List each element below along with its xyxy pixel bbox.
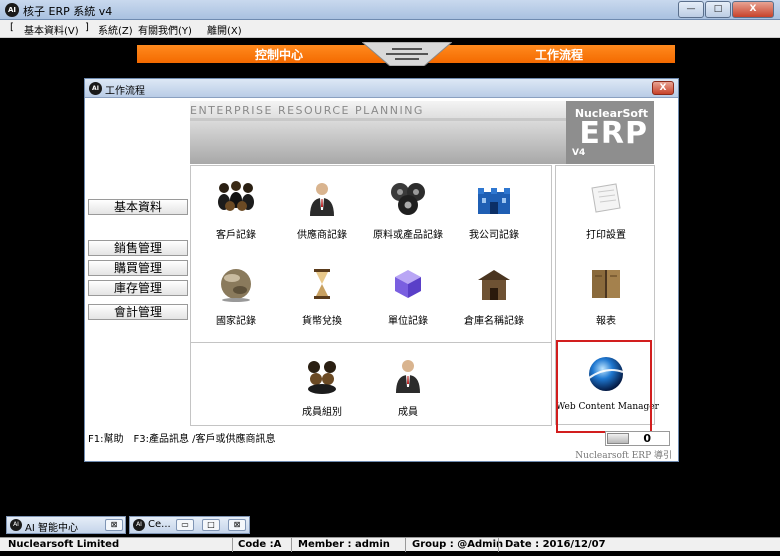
selection-highlight [556,340,652,433]
maximize-button[interactable]: □ [705,1,731,18]
cube-icon [388,264,428,304]
dialog-close-button[interactable]: X [652,81,674,95]
tile-report[interactable]: 報表 [561,264,651,327]
toggle-value: 0 [643,432,651,445]
tile-label: 國家記錄 [216,316,256,327]
menu-about-us[interactable]: 有關我們(Y) [138,22,192,37]
tile-supplier[interactable]: 供應商記錄 [277,178,367,241]
book-icon [586,264,626,304]
group-field: Group : @Admin [412,539,504,550]
tile-label: 倉庫名稱記錄 [464,316,524,327]
member-field: Member : admin [298,539,390,550]
nav-inventory[interactable]: 庫存管理 [88,280,188,296]
tab-control-center[interactable]: 控制中心 [255,46,303,63]
menu-bar: [ 基本資料(V) ] 系統(Z) 有關我們(Y) 離開(X) [0,20,780,38]
globe-icon [216,264,256,304]
tile-unit[interactable]: 單位記錄 [363,264,453,327]
tile-material[interactable]: 原料或產品記錄 [363,178,453,241]
hourglass-icon [302,264,342,304]
tile-label: 成員 [398,407,418,418]
workflow-dialog: AI 工作流程 X ENTERPRISE RESOURCE PLANNING N… [84,78,679,462]
menu-basic-data[interactable]: 基本資料(V) [24,22,79,37]
close-button[interactable]: X [732,1,774,18]
dialog-logo-icon: AI [89,82,102,95]
person-icon [388,355,428,395]
menu-system[interactable]: 系統(Z) [98,22,133,37]
toggle-knob[interactable] [607,433,629,444]
tile-print-settings[interactable]: 打印設置 [561,178,651,241]
dialog-title-bar: AI 工作流程 X [85,79,678,98]
taskbar-close-button[interactable]: ⊠ [228,519,246,531]
erp-banner: ENTERPRISE RESOURCE PLANNING NuclearSoft… [190,101,654,164]
nav-basic-data[interactable]: 基本資料 [88,199,188,215]
erp-guide-link[interactable]: Nuclearsoft ERP 導引 [575,448,672,461]
paper-icon [586,178,626,218]
records-panel: 客戶記錄 供應商記錄 原料或產品記錄 我公司記錄 國家記錄 貨幣兌換 單位記錄 … [190,165,552,343]
taskbar-close-button[interactable]: ⊠ [105,519,123,531]
tile-member-group[interactable]: 成員組別 [277,355,367,418]
tab-workflow[interactable]: 工作流程 [535,46,583,63]
spheres-icon [388,178,428,218]
module-header-bar: 控制中心 工作流程 [137,42,675,66]
tile-label: 打印設置 [586,230,626,241]
tile-customer[interactable]: 客戶記錄 [191,178,281,241]
ai-logo-icon: AI [10,519,22,531]
header-center-ornament-icon [362,42,452,66]
tile-currency[interactable]: 貨幣兌換 [277,264,367,327]
tile-label: 貨幣兌換 [302,316,342,327]
status-bar: Nuclearsoft Limited Code :A Member : adm… [0,537,780,552]
restore-button[interactable]: ▭ [176,519,194,531]
menu-bracket-open: [ [10,22,14,33]
product-name: ERP [579,116,648,151]
tile-country[interactable]: 國家記錄 [191,264,281,327]
tile-warehouse[interactable]: 倉庫名稱記錄 [449,264,539,327]
castle-icon [474,178,514,218]
menu-bracket-close: ] [85,22,89,33]
tile-label: 原料或產品記錄 [373,230,443,241]
menu-exit[interactable]: 離開(X) [207,22,242,37]
ai-logo-icon: AI [133,519,145,531]
taskbar-tab-ce[interactable]: AI Ce... ▭ □ ⊠ [129,516,250,534]
tile-label: 成員組別 [302,407,342,418]
banner-tagline: ENTERPRISE RESOURCE PLANNING [190,104,424,117]
businessman-icon [302,178,342,218]
main-title-bar: AI 核子 ERP 系統 v4 — □ X [0,0,780,20]
taskbar-tab-label: AI 智能中心 [25,523,78,534]
taskbar-tab-label: Ce... [148,519,171,530]
divider [498,538,499,552]
minimize-button[interactable]: — [678,1,704,18]
product-version: V4 [572,148,586,158]
divider [291,538,292,552]
company-name: Nuclearsoft Limited [8,539,120,550]
tile-label: 我公司記錄 [469,230,519,241]
nav-accounting[interactable]: 會計管理 [88,304,188,320]
member-group-icon [302,355,342,395]
warehouse-icon [474,264,514,304]
dialog-title: 工作流程 [105,86,145,97]
window-title: 核子 ERP 系統 v4 [23,5,113,18]
tile-label: 供應商記錄 [297,230,347,241]
maximize-button[interactable]: □ [202,519,220,531]
date-field: Date : 2016/12/07 [505,539,606,550]
nav-sales[interactable]: 銷售管理 [88,240,188,256]
tile-label: 客戶記錄 [216,230,256,241]
tile-member[interactable]: 成員 [363,355,453,418]
tile-label: 單位記錄 [388,316,428,327]
window-controls: — □ X [678,1,774,18]
value-toggle[interactable]: 0 [605,431,670,446]
divider [232,538,233,552]
nav-purchasing[interactable]: 購買管理 [88,260,188,276]
erp-logo-box: NuclearSoft ERP V4 [566,101,654,164]
taskbar-tab-ai-center[interactable]: AI AI 智能中心 ⊠ [6,516,126,534]
people-group-icon [216,178,256,218]
divider [405,538,406,552]
members-panel: 成員組別 成員 [190,342,552,426]
tile-label: 報表 [596,316,616,327]
help-hint: F1:幫助 F3:產品訊息 /客戶或供應商訊息 [88,434,276,445]
app-logo-icon: AI [5,3,19,17]
code-field: Code :A [238,539,282,550]
tile-company[interactable]: 我公司記錄 [449,178,539,241]
